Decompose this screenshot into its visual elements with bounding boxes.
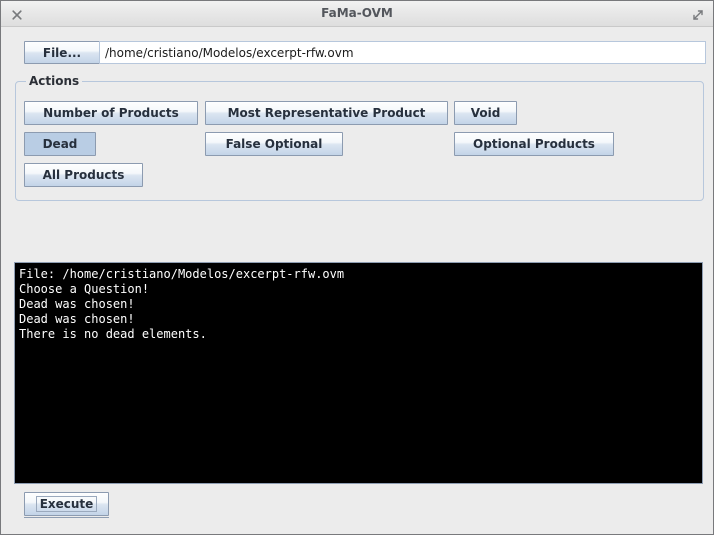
- console-line: Dead was chosen!: [19, 312, 135, 326]
- console-line: Choose a Question!: [19, 282, 150, 296]
- action-button-label: All Products: [42, 168, 125, 182]
- console-output[interactable]: File: /home/cristiano/Modelos/excerpt-rf…: [14, 262, 703, 484]
- application-window: FaMa-OVM File... /home/cristiano/Modelos…: [0, 0, 714, 535]
- action-button-false-optional[interactable]: False Optional: [205, 132, 343, 156]
- file-path-value: /home/cristiano/Modelos/excerpt-rfw.ovm: [105, 45, 354, 60]
- window-title: FaMa-OVM: [321, 6, 393, 20]
- maximize-icon-glyph: [693, 10, 703, 20]
- execute-button-label: Execute: [35, 496, 98, 512]
- action-button-all-products[interactable]: All Products: [24, 163, 143, 187]
- footer-divider: [24, 517, 109, 518]
- action-button-label: Most Representative Product: [227, 106, 426, 120]
- action-button-number-of-products[interactable]: Number of Products: [24, 101, 198, 125]
- console-line: File: /home/cristiano/Modelos/excerpt-rf…: [19, 267, 345, 281]
- action-button-label: False Optional: [225, 137, 323, 151]
- title-bar: FaMa-OVM: [1, 1, 713, 27]
- file-button[interactable]: File...: [24, 41, 100, 64]
- actions-group-title: Actions: [26, 75, 83, 87]
- action-button-label: Number of Products: [43, 106, 179, 120]
- action-button-optional-products[interactable]: Optional Products: [454, 132, 614, 156]
- console-line: There is no dead elements.: [19, 327, 207, 341]
- file-button-label: File...: [42, 45, 82, 60]
- action-button-label: Optional Products: [473, 137, 595, 151]
- action-button-label: Dead: [42, 137, 78, 151]
- console-line: Dead was chosen!: [19, 297, 135, 311]
- action-button-most-representative-product[interactable]: Most Representative Product: [205, 101, 448, 125]
- action-button-dead[interactable]: Dead: [24, 132, 96, 156]
- maximize-icon[interactable]: [691, 7, 705, 21]
- action-button-void[interactable]: Void: [454, 101, 517, 125]
- file-path-input[interactable]: /home/cristiano/Modelos/excerpt-rfw.ovm: [99, 41, 706, 64]
- action-button-label: Void: [470, 106, 501, 120]
- execute-button[interactable]: Execute: [24, 492, 109, 516]
